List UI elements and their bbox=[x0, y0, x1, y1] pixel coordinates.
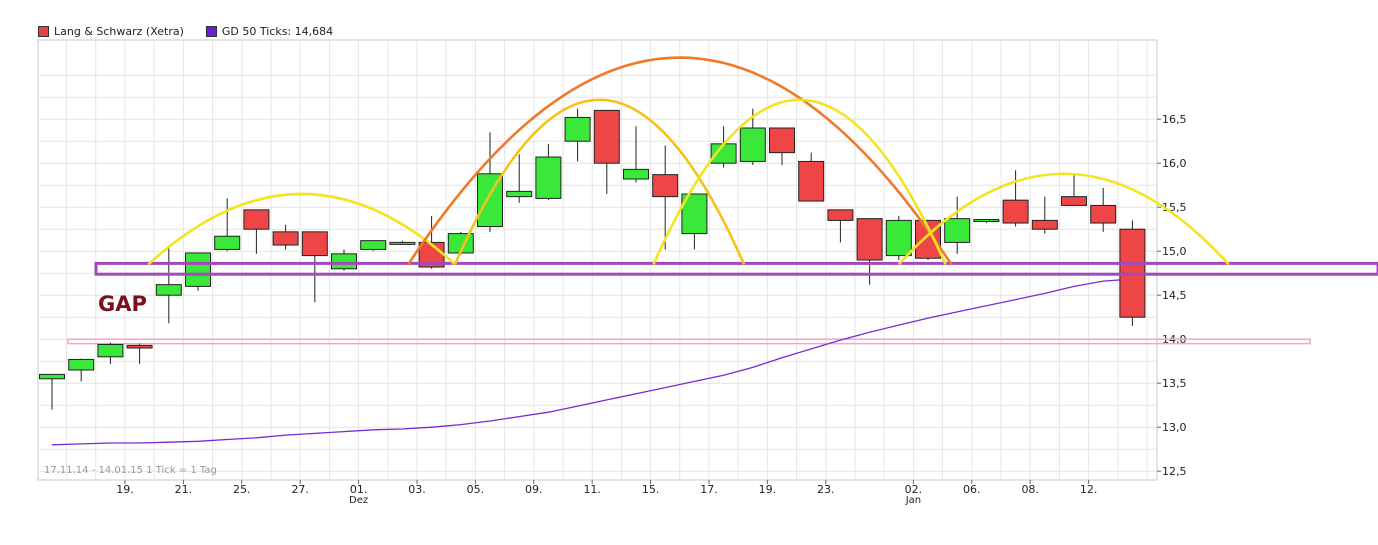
x-tick-label: 12. bbox=[1080, 483, 1098, 496]
candle-body-up bbox=[739, 127, 766, 162]
candle-body-up bbox=[506, 190, 533, 198]
candle-body-up bbox=[944, 218, 971, 243]
x-tick-label: 25. bbox=[233, 483, 251, 496]
candle-body-down bbox=[827, 209, 854, 221]
x-tick-month-label: Jan bbox=[905, 495, 921, 506]
x-tick-label: 09. bbox=[525, 483, 543, 496]
candle-body-down bbox=[856, 218, 883, 261]
candle bbox=[360, 240, 387, 252]
y-tick-label: 16,5 bbox=[1162, 113, 1187, 126]
candle-body-down bbox=[798, 160, 825, 202]
y-tick-label: 12,5 bbox=[1162, 465, 1187, 478]
x-tick-label: 03. bbox=[408, 483, 426, 496]
candle-body-down bbox=[593, 109, 620, 164]
x-tick-label: 08. bbox=[1021, 483, 1039, 496]
candle-body-up bbox=[68, 358, 95, 371]
candle-body-down bbox=[1090, 204, 1117, 224]
candle-body-up bbox=[185, 252, 211, 287]
candle-body-up bbox=[39, 373, 65, 380]
candle-body-up bbox=[214, 235, 241, 250]
candle-body-down bbox=[126, 344, 153, 349]
candle bbox=[185, 252, 211, 291]
candlestick-chart: 12,513,013,514,014,515,015,516,016,519. 2… bbox=[37, 39, 1378, 506]
candle-body-down bbox=[243, 209, 270, 230]
x-tick-label: 11. bbox=[583, 483, 601, 496]
candle-body-up bbox=[885, 219, 912, 257]
x-tick-label: 15. bbox=[642, 483, 660, 496]
y-tick-label: 16,0 bbox=[1162, 157, 1187, 170]
candle-body-down bbox=[769, 127, 795, 154]
y-tick-label: 14,5 bbox=[1162, 289, 1187, 302]
x-tick-label: 06. bbox=[963, 483, 981, 496]
candle-body-down bbox=[1031, 219, 1058, 230]
x-tick-label: 05. bbox=[467, 483, 485, 496]
y-tick-label: 13,0 bbox=[1162, 421, 1187, 434]
x-tick-label: 23. bbox=[817, 483, 835, 496]
candle-body-up bbox=[623, 168, 649, 180]
candle-body-down bbox=[652, 174, 679, 198]
candle-body-up bbox=[97, 343, 124, 358]
candle-body-down bbox=[301, 231, 328, 257]
candle-body-up bbox=[973, 219, 1000, 223]
y-tick-label: 15,0 bbox=[1162, 245, 1187, 258]
date-range-info: 17.11.14 - 14.01.15 1 Tick = 1 Tag bbox=[44, 465, 217, 476]
candle-body-up bbox=[535, 156, 562, 199]
candle-body-down bbox=[272, 231, 299, 246]
candle-body-down bbox=[1061, 196, 1087, 206]
x-tick-month-label: Dez bbox=[349, 495, 368, 506]
candle-body-up bbox=[389, 241, 416, 245]
y-tick-label: 13,5 bbox=[1162, 377, 1187, 390]
x-tick-label: 17. bbox=[700, 483, 718, 496]
x-tick-label: 19. bbox=[116, 483, 134, 496]
x-tick-label: 21. bbox=[175, 483, 193, 496]
x-tick-label: 19. bbox=[759, 483, 777, 496]
candle-body-up bbox=[564, 116, 591, 142]
candle-body-up bbox=[155, 284, 182, 296]
gap-label: GAP bbox=[98, 292, 147, 316]
candle-body-up bbox=[360, 240, 387, 250]
x-tick-label: 27. bbox=[291, 483, 309, 496]
candle-body-up bbox=[331, 253, 357, 270]
candle-body-down bbox=[1002, 199, 1029, 224]
